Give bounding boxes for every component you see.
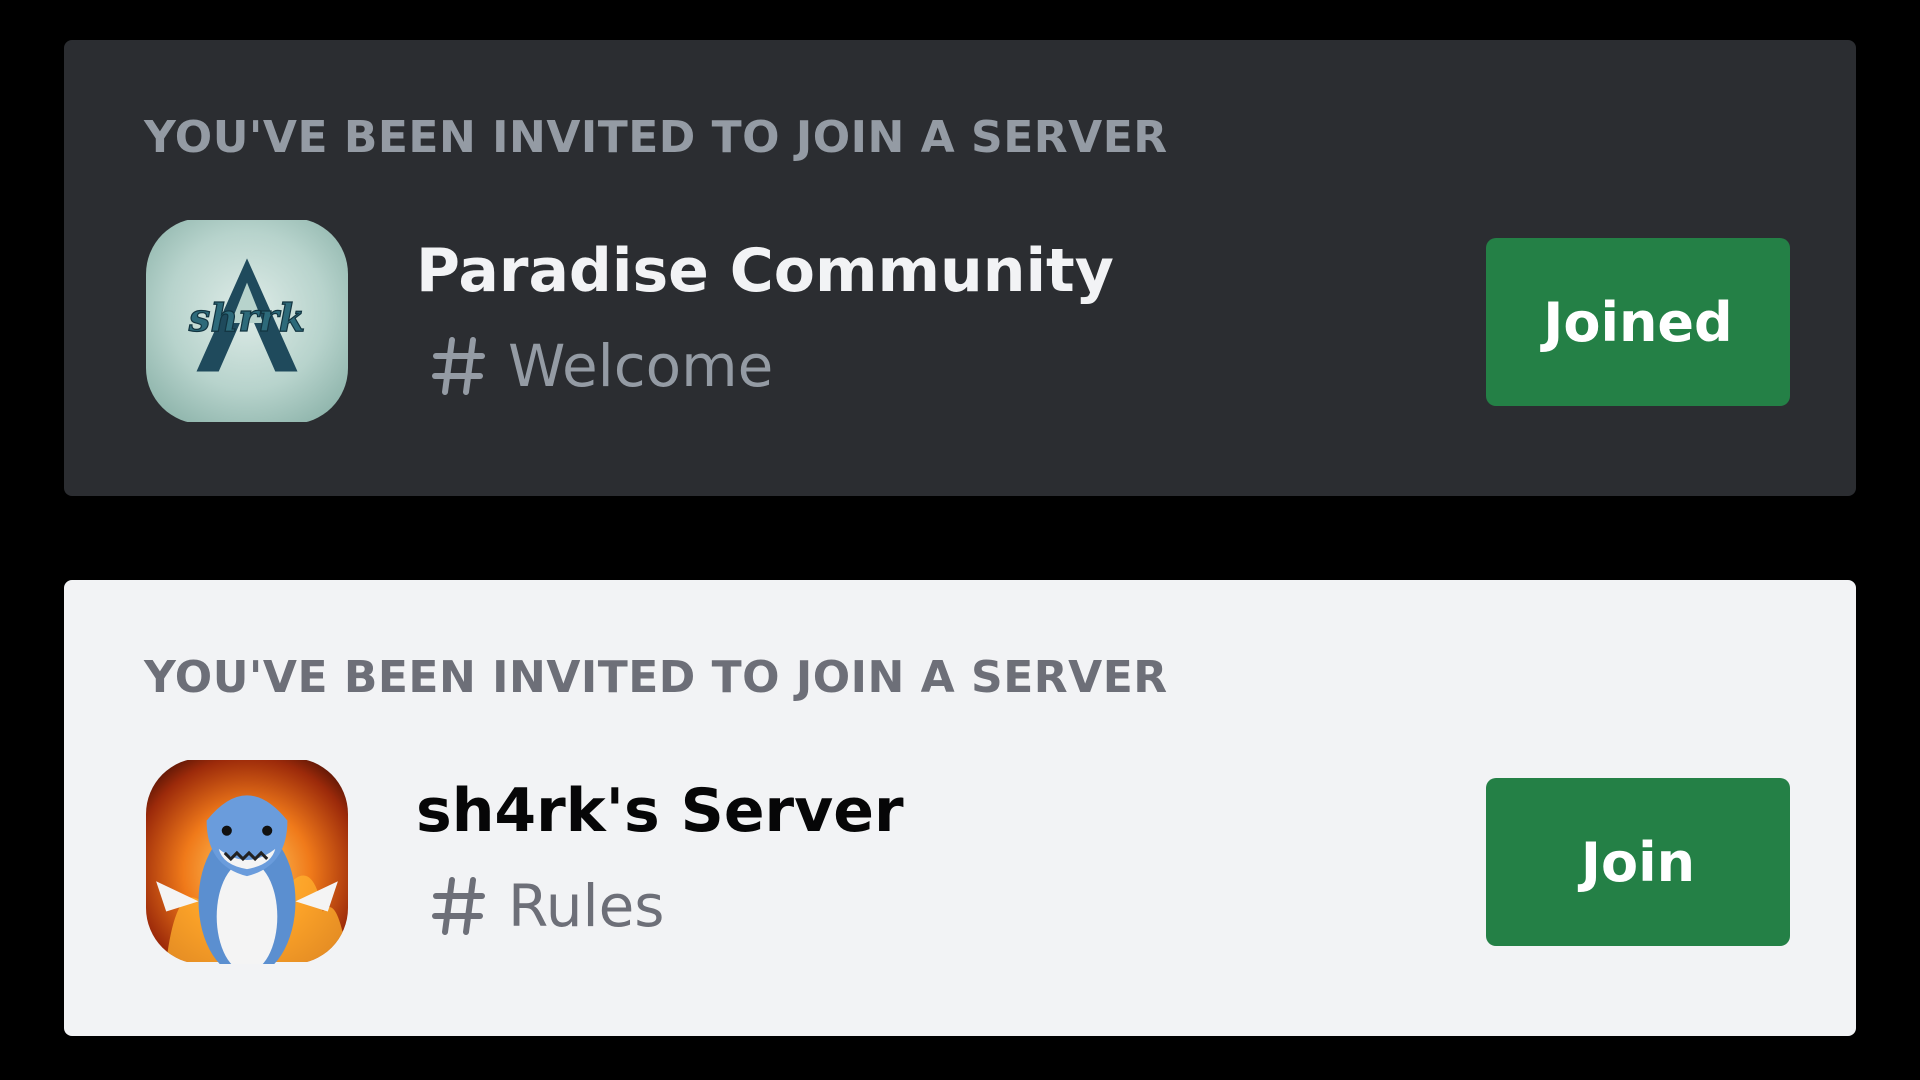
channel-row: Rules <box>432 872 664 940</box>
server-invite-card-dark: YOU'VE BEEN INVITED TO JOIN A SERVER shr… <box>64 40 1856 496</box>
joined-button[interactable]: Joined <box>1486 238 1790 406</box>
channel-name: Rules <box>508 872 665 940</box>
channel-name: Welcome <box>508 332 774 400</box>
channel-row: Welcome <box>432 332 773 400</box>
svg-text:shrrk: shrrk <box>188 296 306 341</box>
server-name: Paradise Community <box>416 236 1114 306</box>
invite-header: YOU'VE BEEN INVITED TO JOIN A SERVER <box>144 112 1168 163</box>
server-name: sh4rk's Server <box>416 776 904 846</box>
server-invite-card-light: YOU'VE BEEN INVITED TO JOIN A SERVER sh4… <box>64 580 1856 1036</box>
hash-icon <box>432 874 486 938</box>
sh4rk-logo-icon: shrrk <box>146 218 348 424</box>
join-button[interactable]: Join <box>1486 778 1790 946</box>
hash-icon <box>432 334 486 398</box>
invite-header: YOU'VE BEEN INVITED TO JOIN A SERVER <box>144 652 1168 703</box>
shark-fire-avatar-icon <box>146 758 348 964</box>
